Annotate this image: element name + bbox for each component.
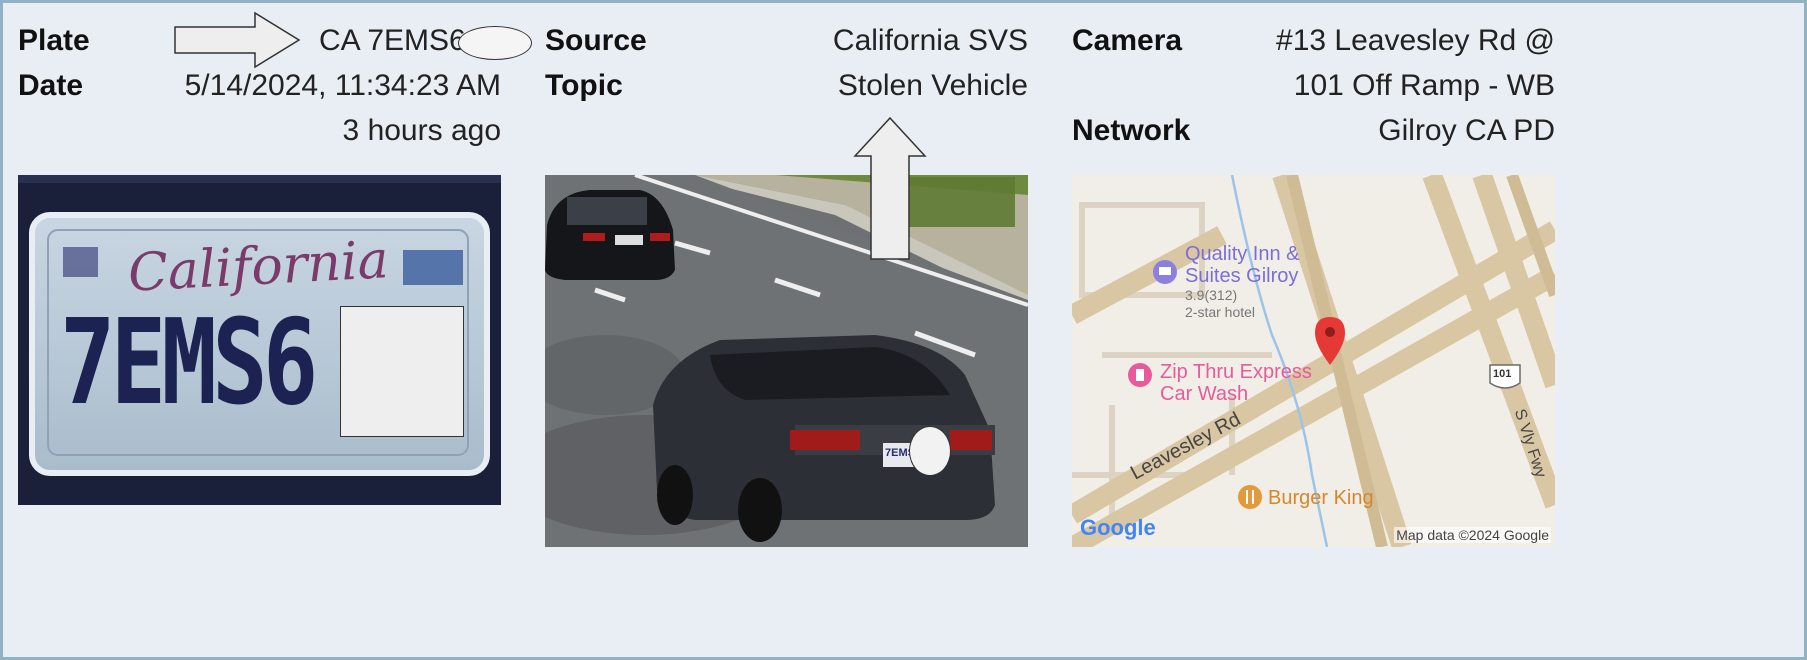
date-value: 5/14/2024, 11:34:23 AM [184, 69, 501, 102]
plate-crop-image[interactable]: California 7EMS6 [18, 175, 501, 505]
plate-characters: 7EMS6 [60, 293, 318, 431]
map-attribution: Map data ©2024 Google [1394, 527, 1551, 543]
topic-label: Topic [545, 69, 623, 102]
google-logo: Google [1080, 515, 1156, 540]
map-hotel-rating: 3.9(312) [1185, 287, 1238, 303]
map-carwash-line2: Car Wash [1160, 383, 1249, 405]
redaction-box [340, 306, 464, 437]
plate-label: Plate [18, 24, 90, 57]
vehicle-plate-redaction [909, 426, 951, 476]
vehicle-image[interactable]: 7EMS [545, 175, 1028, 547]
map-restaurant: Burger King [1268, 487, 1374, 509]
camera-value-line2: 101 Off Ramp - WB [1293, 69, 1555, 102]
location-map[interactable]: Quality Inn & Suites Gilroy 3.9(312) 2-s… [1072, 175, 1555, 547]
map-hotel-class: 2-star hotel [1185, 304, 1256, 320]
alert-detail-panel: Plate CA 7EMS6 Date 5/14/2024, 11:34:23 … [3, 3, 1804, 657]
annotation-arrow-up [853, 116, 927, 262]
source-label: Source [545, 24, 647, 57]
redaction-mask [458, 26, 532, 60]
plate-value: CA 7EMS6 [319, 24, 466, 57]
map-hotel-name-line2: Suites Gilroy [1185, 265, 1299, 287]
camera-value-line1: #13 Leavesley Rd @ [1276, 24, 1555, 57]
map-hotel-name-line1: Quality Inn & [1185, 243, 1300, 265]
relative-time: 3 hours ago [342, 114, 501, 147]
topic-value: Stolen Vehicle [837, 69, 1028, 102]
map-carwash-line1: Zip Thru Express [1160, 361, 1312, 383]
camera-label: Camera [1072, 24, 1183, 57]
network-label: Network [1072, 114, 1191, 147]
annotation-arrow-right [173, 11, 303, 69]
highway-shield-label: 101 [1493, 368, 1512, 380]
source-value: California SVS [832, 24, 1028, 57]
date-label: Date [18, 69, 84, 102]
network-value: Gilroy CA PD [1378, 114, 1555, 147]
